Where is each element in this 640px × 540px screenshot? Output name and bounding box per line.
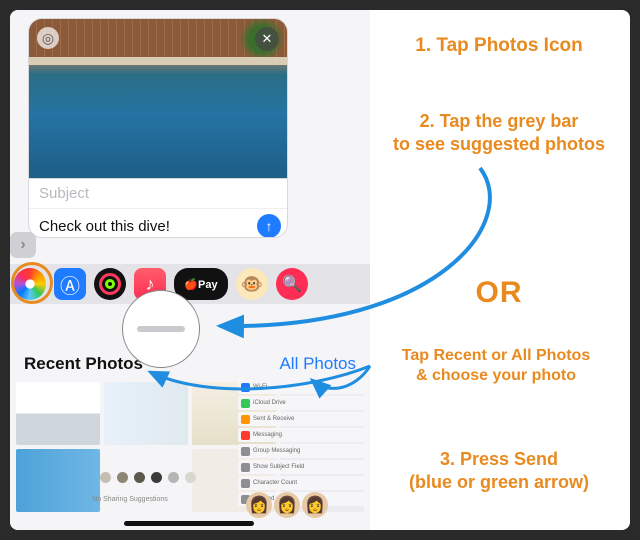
appstore-glyph-icon: Ⓐ xyxy=(60,270,80,299)
settings-row[interactable]: Wi-Fi xyxy=(238,380,368,394)
instruction-step-3: 3. Press Send (blue or green arrow) xyxy=(376,448,622,493)
arrow-up-icon: ↑ xyxy=(266,218,273,234)
monkey-face-icon: 🐵 xyxy=(241,274,263,295)
imessage-app-drawer: Ⓐ ♪ 🍎Pay 🐵 🔍 xyxy=(10,264,370,304)
instruction-alt-line1: Tap Recent or All Photos xyxy=(402,347,590,364)
message-input[interactable]: Check out this dive! xyxy=(39,218,257,235)
home-indicator[interactable] xyxy=(124,521,254,526)
memoji-thumbnail-row: 👩 👩 👩 xyxy=(246,492,328,518)
settings-thumbnail-list: Wi-Fi iCloud Drive Sent & Receive Messag… xyxy=(238,380,368,506)
color-dot[interactable] xyxy=(134,472,145,483)
attached-photo[interactable]: ◎ ✕ xyxy=(29,19,287,179)
color-dot[interactable] xyxy=(168,472,179,483)
memoji-thumbnail[interactable]: 👩 xyxy=(274,492,300,518)
memoji-app-icon[interactable]: 🐵 xyxy=(236,268,268,300)
remove-attachment-button[interactable]: ✕ xyxy=(255,27,279,51)
settings-row[interactable]: Messaging xyxy=(238,428,368,442)
recent-photos-label[interactable]: Recent Photos xyxy=(24,354,143,374)
photos-picker-header: Recent Photos All Photos xyxy=(10,354,370,374)
expand-chevron-button[interactable]: › xyxy=(10,232,36,258)
magnifier-icon: 🔍 xyxy=(282,274,302,294)
phone-screenshot: ◎ ✕ Subject Check out this dive! ↑ › Ⓐ ♪… xyxy=(10,10,370,530)
instruction-step-3-line1: 3. Press Send xyxy=(440,449,558,469)
instruction-step-2-line1: 2. Tap the grey bar xyxy=(420,111,579,131)
instruction-step-2: 2. Tap the grey bar to see suggested pho… xyxy=(376,110,622,155)
all-photos-link[interactable]: All Photos xyxy=(279,354,356,374)
tutorial-canvas: ◎ ✕ Subject Check out this dive! ↑ › Ⓐ ♪… xyxy=(10,10,630,530)
photo-thumbnail[interactable] xyxy=(16,382,100,445)
memoji-thumbnail[interactable]: 👩 xyxy=(302,492,328,518)
images-search-icon[interactable]: 🔍 xyxy=(276,268,308,300)
fitness-app-icon[interactable] xyxy=(94,268,126,300)
settings-row[interactable]: Sent & Receive xyxy=(238,412,368,426)
no-sharing-suggestions-label: No Sharing Suggestions xyxy=(80,496,180,503)
settings-row[interactable]: Group Messaging xyxy=(238,444,368,458)
photo-thumbnail[interactable] xyxy=(104,382,188,445)
settings-row[interactable]: iCloud Drive xyxy=(238,396,368,410)
chevron-right-icon: › xyxy=(20,236,25,254)
instruction-step-3-line2: (blue or green arrow) xyxy=(409,472,589,492)
photo-pool-edge xyxy=(29,57,287,65)
color-dot[interactable] xyxy=(100,472,111,483)
memoji-thumbnail[interactable]: 👩 xyxy=(246,492,272,518)
message-input-row: Check out this dive! ↑ xyxy=(29,209,287,238)
settings-row[interactable]: Show Subject Field xyxy=(238,460,368,474)
appstore-app-icon[interactable]: Ⓐ xyxy=(54,268,86,300)
applepay-app-icon[interactable]: 🍎Pay xyxy=(174,268,228,300)
instruction-panel: 1. Tap Photos Icon 2. Tap the grey bar t… xyxy=(376,10,622,530)
settings-row[interactable]: Character Count xyxy=(238,476,368,490)
subject-field[interactable]: Subject xyxy=(29,179,287,209)
message-compose-card: ◎ ✕ Subject Check out this dive! ↑ xyxy=(28,18,288,238)
color-dot[interactable] xyxy=(151,472,162,483)
drawer-grabber-bar[interactable] xyxy=(137,326,185,332)
live-photo-icon: ◎ xyxy=(37,27,59,49)
instruction-alt-line2: & choose your photo xyxy=(416,367,576,384)
highlight-circle-grabber xyxy=(122,290,200,368)
highlight-ring-photos xyxy=(11,262,53,304)
activity-rings-icon xyxy=(99,273,121,295)
send-button[interactable]: ↑ xyxy=(257,214,281,238)
instruction-step-alt: Tap Recent or All Photos & choose your p… xyxy=(370,346,622,386)
color-dot[interactable] xyxy=(117,472,128,483)
instruction-step-2-line2: to see suggested photos xyxy=(393,134,605,154)
instruction-or: OR xyxy=(376,274,622,312)
color-dot[interactable] xyxy=(185,472,196,483)
color-dots-row xyxy=(100,472,196,483)
instruction-step-1: 1. Tap Photos Icon xyxy=(376,34,622,58)
